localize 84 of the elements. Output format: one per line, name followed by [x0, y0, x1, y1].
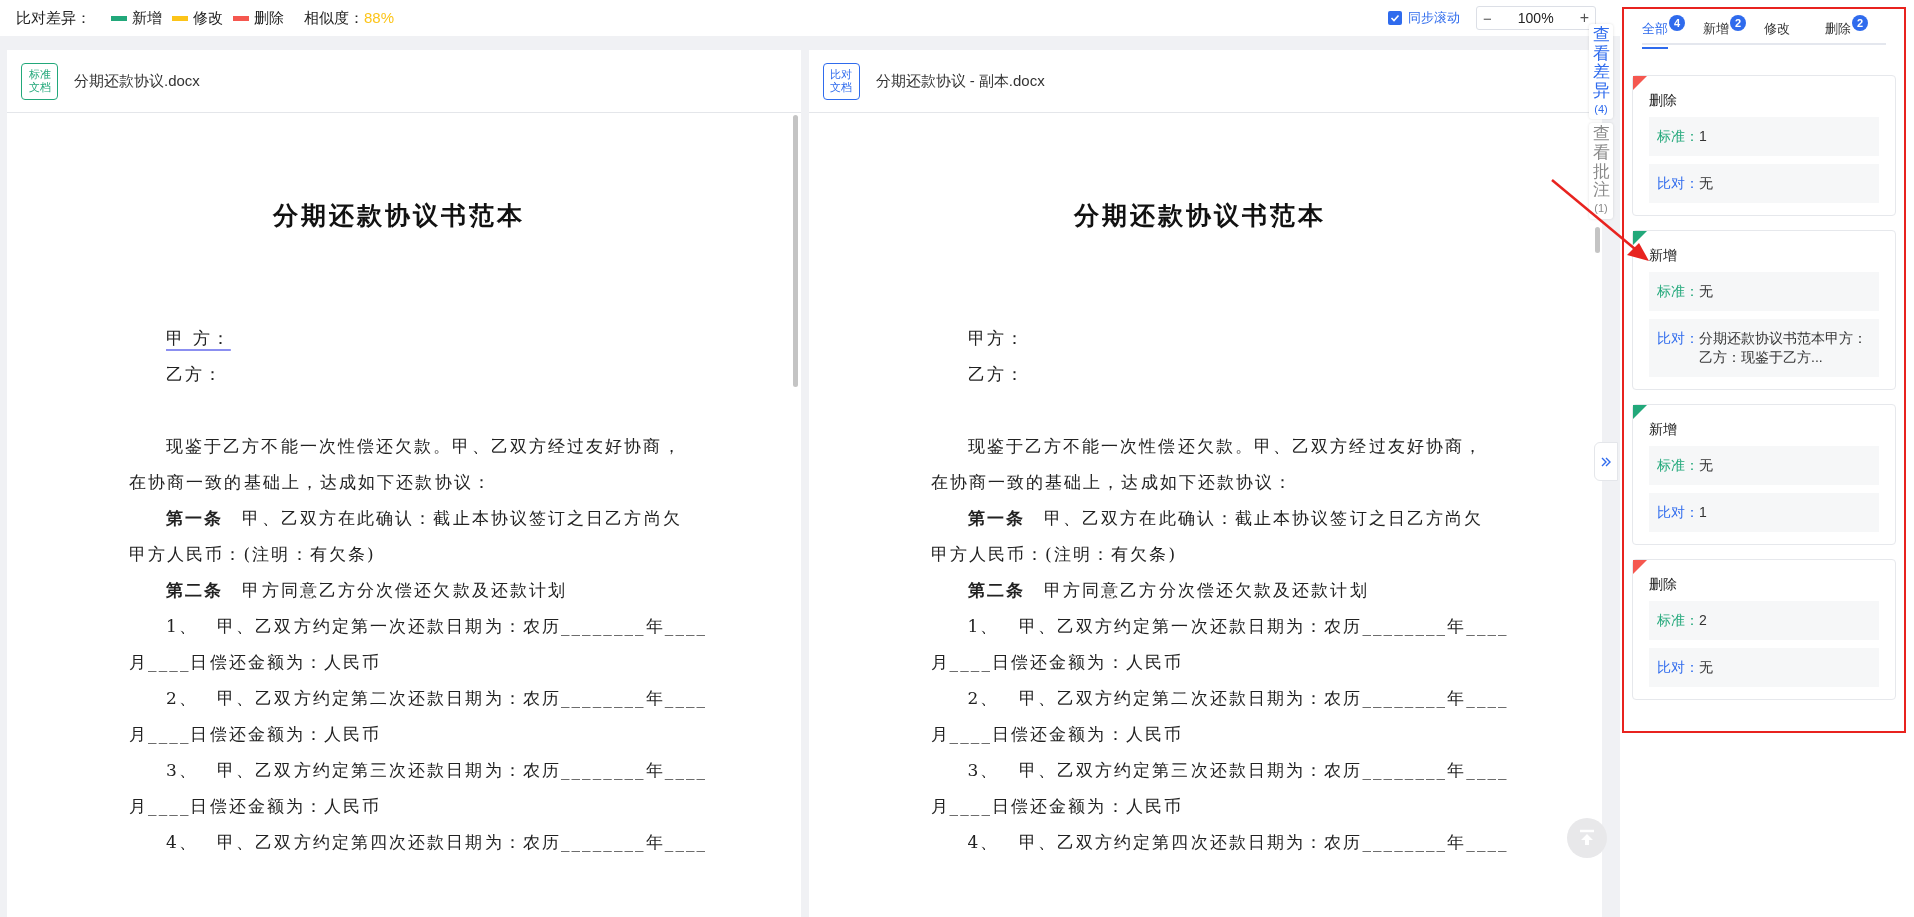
diff-type-marker	[1633, 76, 1647, 90]
legend-label: 新增	[132, 7, 162, 28]
document-text: 月____日偿还金额为：人民币	[129, 794, 382, 818]
checkbox-icon[interactable]	[1388, 11, 1402, 25]
document-text: 第二条 甲方同意乙方分次偿还欠款及还款计划	[166, 578, 568, 602]
diff-content: 2	[1699, 611, 1707, 630]
side-tab[interactable]: 查看批注 (1)	[1589, 123, 1613, 219]
document-text: 月____日偿还金额为：人民币	[930, 794, 1183, 818]
document-text: 甲方：	[967, 326, 1025, 350]
zoom-out-button[interactable]: −	[1483, 10, 1492, 26]
diff-content: 无	[1699, 456, 1713, 475]
document-text: 甲 方：	[166, 326, 231, 350]
document-text: 1、 甲、乙双方约定第一次还款日期为：农历________年____	[166, 614, 708, 638]
similarity-label: 相似度：	[304, 7, 364, 28]
legend-label: 修改	[193, 7, 223, 28]
diff-type-marker	[1633, 560, 1647, 574]
legend-label: 比对差异：	[16, 7, 91, 28]
diff-type-marker	[1633, 405, 1647, 419]
diff-content: 分期还款协议书范本甲方：乙方：现鉴于乙方...	[1699, 329, 1868, 367]
document-text: 4、 甲、乙双方约定第四次还款日期为：农历________年____	[967, 830, 1509, 854]
diff-content: 无	[1699, 658, 1713, 677]
diff-source-label: 标准：	[1657, 127, 1699, 146]
diff-source-label: 标准：	[1657, 282, 1699, 301]
document-text: 甲方人民币：(注明：有欠条)	[930, 542, 1178, 566]
diff-filter-tab[interactable]: 删除 2	[1825, 9, 1886, 45]
diff-content: 无	[1699, 282, 1713, 301]
document-text: 现鉴于乙方不能一次性偿还欠款。甲、乙双方经过友好协商，	[967, 434, 1484, 458]
diff-type-label: 删除	[1649, 575, 1678, 594]
diff-content: 1	[1699, 503, 1707, 522]
count-badge: 2	[1852, 15, 1868, 31]
document-text: 乙方：	[967, 362, 1025, 386]
diff-filter-tab[interactable]: 新增 2	[1703, 9, 1764, 45]
document-text: 甲方人民币：(注明：有欠条)	[129, 542, 376, 566]
collapse-button[interactable]	[1594, 442, 1618, 481]
diff-content: 1	[1699, 127, 1707, 146]
document-text: 4、 甲、乙双方约定第四次还款日期为：农历________年____	[166, 830, 708, 854]
sync-scroll-checkbox[interactable]: 同步滚动	[1388, 8, 1460, 28]
diff-card[interactable]: 删除 标准：2 比对：无	[1632, 559, 1896, 700]
document-text: 现鉴于乙方不能一次性偿还欠款。甲、乙双方经过友好协商，	[166, 434, 682, 458]
document-text: 2、 甲、乙双方约定第二次还款日期为：农历________年____	[967, 686, 1509, 710]
document-text: 月____日偿还金额为：人民币	[930, 722, 1183, 746]
scrollbar-thumb[interactable]	[1594, 227, 1600, 253]
document-title: 分期还款协议书范本	[1074, 200, 1327, 232]
document-title: 分期还款协议书范本	[272, 200, 525, 232]
count-badge: 4	[1669, 15, 1685, 31]
side-tab[interactable]: 查看差异 (4)	[1589, 24, 1613, 120]
double-chevron-icon	[1600, 455, 1612, 468]
document-text: 2、 甲、乙双方约定第二次还款日期为：农历________年____	[166, 686, 708, 710]
document-badge: 比对 文档	[822, 62, 860, 100]
document-text: 1、 甲、乙双方约定第一次还款日期为：农历________年____	[967, 614, 1509, 638]
zoom-value: 100%	[1517, 8, 1554, 28]
document-text: 月____日偿还金额为：人民币	[930, 650, 1183, 674]
diff-source-label: 标准：	[1657, 611, 1699, 630]
diff-filter-tab[interactable]: 修改	[1764, 9, 1825, 45]
document-text: 在协商一致的基础上，达成如下还款协议：	[129, 470, 492, 494]
document-text: 第一条 甲、乙双方在此确认：截止本协议签订之日乙方尚欠	[967, 506, 1484, 530]
document-text: 3、 甲、乙双方约定第三次还款日期为：农历________年____	[166, 758, 708, 782]
diff-type-label: 新增	[1649, 420, 1678, 439]
document-text: 乙方：	[166, 362, 224, 386]
diff-card[interactable]: 新增 标准：无 比对：1	[1632, 404, 1896, 545]
diff-source-label: 比对：	[1657, 174, 1699, 193]
diff-source-label: 比对：	[1657, 503, 1699, 522]
diff-content: 无	[1699, 174, 1713, 193]
document-text: 月____日偿还金额为：人民币	[129, 722, 382, 746]
document-filename: 分期还款协议.docx	[74, 70, 200, 91]
diff-card[interactable]: 新增 标准：无 比对：分期还款协议书范本甲方：乙方：现鉴于乙方...	[1632, 230, 1896, 390]
diff-type-label: 删除	[1649, 91, 1678, 110]
diff-source-label: 比对：	[1657, 329, 1699, 348]
zoom-in-button[interactable]: +	[1579, 10, 1589, 26]
similarity-value: 88%	[364, 7, 395, 28]
legend-label: 删除	[254, 7, 284, 28]
diff-type-label: 新增	[1649, 246, 1678, 265]
diff-card[interactable]: 删除 标准：1 比对：无	[1632, 75, 1896, 216]
document-filename: 分期还款协议 - 副本.docx	[875, 70, 1045, 91]
scrollbar-thumb[interactable]	[793, 115, 798, 387]
document-text: 第二条 甲方同意乙方分次偿还欠款及还款计划	[967, 578, 1369, 602]
document-text: 在协商一致的基础上，达成如下还款协议：	[930, 470, 1294, 494]
diff-source-label: 比对：	[1657, 658, 1699, 677]
document-badge: 标准 文档	[21, 62, 58, 100]
document-text: 月____日偿还金额为：人民币	[129, 650, 382, 674]
diff-source-label: 标准：	[1657, 456, 1699, 475]
document-text: 3、 甲、乙双方约定第三次还款日期为：农历________年____	[967, 758, 1509, 782]
document-text: 第一条 甲、乙双方在此确认：截止本协议签订之日乙方尚欠	[166, 506, 682, 530]
count-badge: 2	[1730, 15, 1746, 31]
